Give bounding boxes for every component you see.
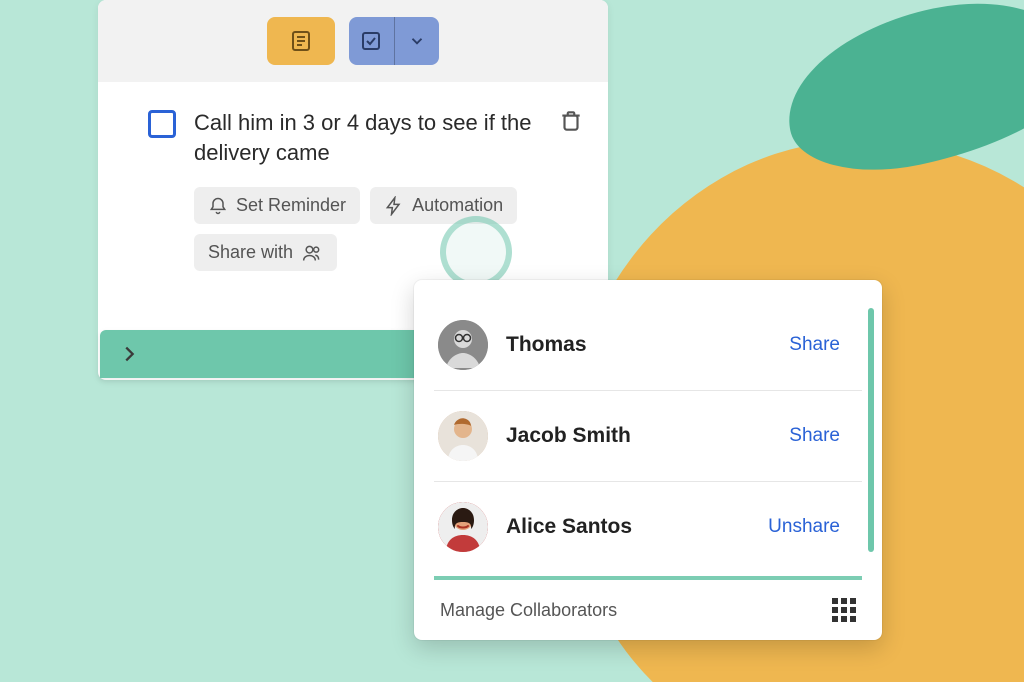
- task-view-more-button[interactable]: [395, 17, 440, 65]
- task-actions: Set Reminder Automation Share with: [194, 187, 580, 271]
- checkbox-icon: [359, 29, 383, 53]
- set-reminder-chip[interactable]: Set Reminder: [194, 187, 360, 224]
- task-checkbox[interactable]: [148, 110, 176, 138]
- list-item: Thomas Share: [434, 300, 862, 391]
- avatar: [438, 411, 488, 461]
- task-title[interactable]: Call him in 3 or 4 days to see if the de…: [194, 108, 580, 167]
- task-view-button[interactable]: [349, 17, 395, 65]
- collaborator-name: Alice Santos: [506, 515, 750, 539]
- avatar-placeholder-icon: [438, 502, 488, 552]
- manage-collaborators-link[interactable]: Manage Collaborators: [440, 600, 617, 621]
- people-icon: [301, 243, 323, 263]
- delete-task-button[interactable]: [558, 108, 584, 134]
- chevron-right-icon: [118, 343, 140, 365]
- avatar: [438, 502, 488, 552]
- task-view-split-button[interactable]: [349, 17, 439, 65]
- scrollbar[interactable]: [868, 308, 874, 552]
- bell-icon: [208, 196, 228, 216]
- collaborator-name: Thomas: [506, 333, 771, 357]
- unshare-action-link[interactable]: Unshare: [768, 516, 840, 538]
- bolt-icon: [384, 196, 404, 216]
- collaborator-list: Thomas Share Jacob Smith Share: [414, 300, 882, 572]
- list-item: Alice Santos Unshare: [434, 482, 862, 572]
- apps-grid-icon[interactable]: [832, 598, 856, 622]
- chevron-down-icon: [408, 32, 426, 50]
- set-reminder-label: Set Reminder: [236, 195, 346, 216]
- stage: Call him in 3 or 4 days to see if the de…: [0, 0, 1024, 682]
- automation-label: Automation: [412, 195, 503, 216]
- share-action-link[interactable]: Share: [789, 425, 840, 447]
- popover-footer: Manage Collaborators: [434, 576, 862, 640]
- share-popover: Thomas Share Jacob Smith Share: [414, 280, 882, 640]
- note-view-button[interactable]: [267, 17, 335, 65]
- avatar: [438, 320, 488, 370]
- document-icon: [289, 29, 313, 53]
- share-action-link[interactable]: Share: [789, 334, 840, 356]
- avatar-placeholder-icon: [438, 411, 488, 461]
- automation-chip[interactable]: Automation: [370, 187, 517, 224]
- task-body: Call him in 3 or 4 days to see if the de…: [98, 82, 608, 271]
- share-with-label: Share with: [208, 242, 293, 263]
- trash-icon: [558, 108, 584, 134]
- share-with-chip[interactable]: Share with: [194, 234, 337, 271]
- collaborator-name: Jacob Smith: [506, 424, 771, 448]
- card-toolbar: [98, 0, 608, 82]
- avatar-placeholder-icon: [438, 320, 488, 370]
- list-item: Jacob Smith Share: [434, 391, 862, 482]
